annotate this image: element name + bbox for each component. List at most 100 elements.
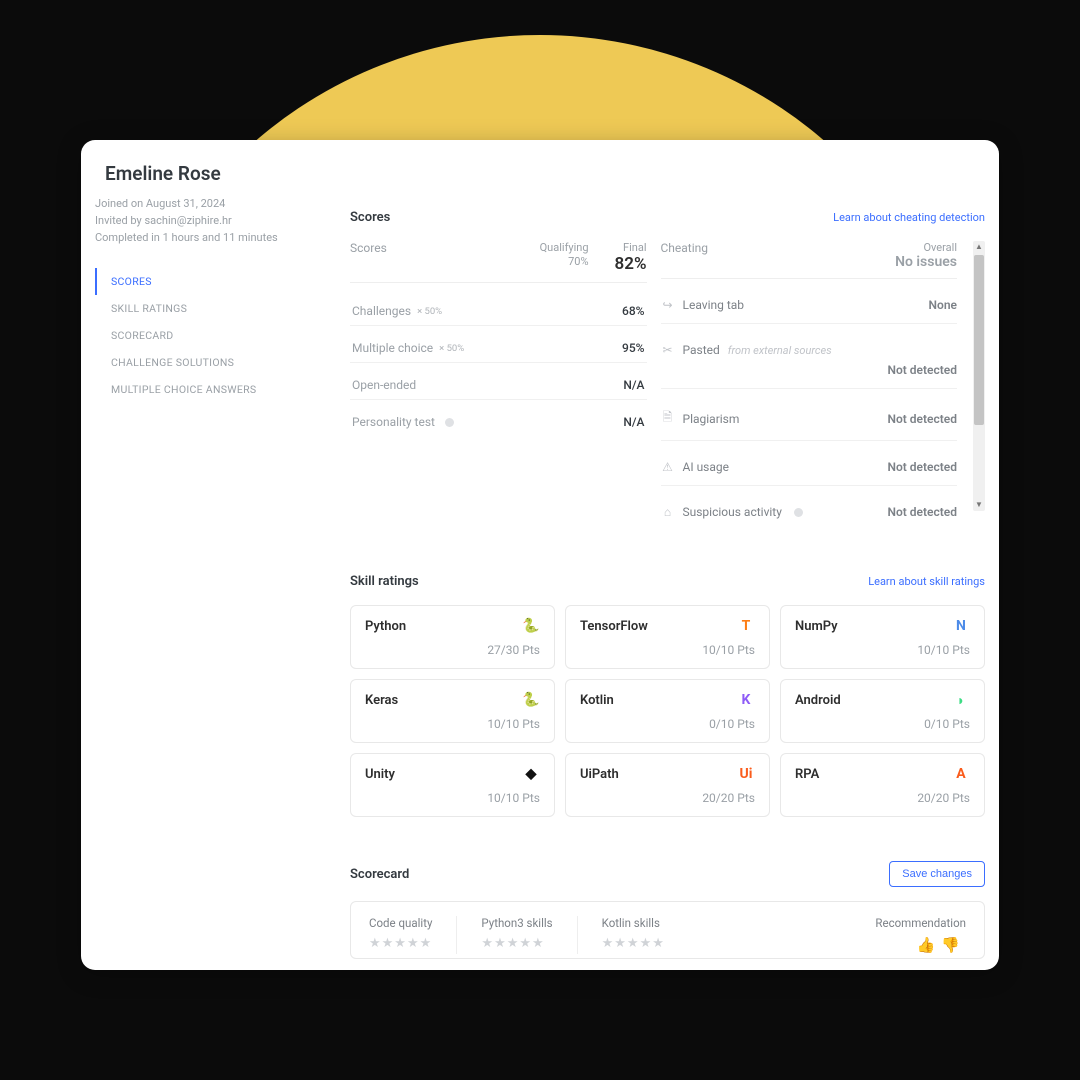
cheat-row-suspicious: ⌂ Suspicious activity Not detected (661, 494, 958, 530)
overall-value: No issues (895, 254, 957, 270)
ai-usage-icon: ⚠ (661, 460, 675, 474)
skill-logo-icon: K (737, 691, 755, 709)
score-row-personality: Personality test N/A (350, 408, 647, 436)
skill-logo-icon: T (737, 617, 755, 635)
skill-logo-icon: 🐍 (522, 691, 540, 709)
scores-head-label: Scores (350, 241, 387, 255)
learn-cheating-link[interactable]: Learn about cheating detection (833, 211, 985, 224)
scores-header: Scores Learn about cheating detection (350, 210, 985, 225)
skill-name: Kotlin (580, 693, 614, 708)
scroll-down-icon[interactable]: ▼ (975, 499, 983, 511)
star-rating[interactable]: ★★★★★ (369, 936, 432, 951)
skill-card[interactable]: TensorFlowT10/10 Pts (565, 605, 770, 669)
scroll-bar[interactable]: ▲ ▼ (973, 241, 985, 511)
candidate-name: Emeline Rose (95, 162, 346, 185)
skill-card[interactable]: Unity◆10/10 Pts (350, 753, 555, 817)
skill-name: TensorFlow (580, 619, 648, 634)
recommendation-label: Recommendation (875, 916, 966, 930)
cheat-label: AI usage (683, 460, 730, 474)
scores-column: Scores Qualifying 70% Final 82% (350, 241, 647, 530)
score-value: 68% (622, 304, 644, 318)
main-panel: Scores Learn about cheating detection Sc… (346, 140, 999, 970)
skill-card[interactable]: NumPyN10/10 Pts (780, 605, 985, 669)
final-value: 82% (615, 254, 647, 274)
cheat-value: Not detected (661, 363, 958, 377)
skill-logo-icon: Ui (737, 765, 755, 783)
scorecard-recommendation: Recommendation 👍👎 (875, 916, 966, 954)
sidebar: Emeline Rose Joined on August 31, 2024 I… (81, 140, 346, 970)
cheat-sublabel: from external sources (728, 344, 832, 357)
skill-name: Keras (365, 693, 398, 708)
skill-card[interactable]: Android◗0/10 Pts (780, 679, 985, 743)
scorecard-label: Code quality (369, 916, 432, 930)
skill-logo-icon: N (952, 617, 970, 635)
learn-skills-link[interactable]: Learn about skill ratings (868, 575, 985, 588)
thumbs-down-icon[interactable]: 👎 (941, 936, 966, 954)
qualifying-value: 70% (568, 255, 588, 269)
joined-meta: Joined on August 31, 2024 (95, 197, 346, 210)
scorecard-title: Scorecard (350, 867, 409, 882)
scorecard-box: Code quality ★★★★★ Python3 skills ★★★★★ … (350, 901, 985, 959)
completed-meta: Completed in 1 hours and 11 minutes (95, 231, 346, 244)
sidenav-item-mcq-answers[interactable]: MULTIPLE CHOICE ANSWERS (95, 376, 346, 403)
leaving-tab-icon: ↪ (661, 298, 675, 312)
report-card: Emeline Rose Joined on August 31, 2024 I… (81, 140, 999, 970)
sidenav-item-challenge-solns[interactable]: CHALLENGE SOLUTIONS (95, 349, 346, 376)
scores-head-row: Scores Qualifying 70% Final 82% (350, 241, 647, 283)
skill-points: 20/20 Pts (795, 791, 970, 805)
scores-grid: Scores Qualifying 70% Final 82% (350, 241, 985, 530)
skills-grid: Python🐍27/30 PtsTensorFlowT10/10 PtsNumP… (350, 605, 985, 817)
plagiarism-icon: 🗎 (661, 408, 675, 429)
suspicious-activity-icon: ⌂ (661, 505, 675, 519)
skill-name: RPA (795, 767, 819, 782)
scorecard-col: Python3 skills ★★★★★ (481, 916, 552, 951)
skill-card[interactable]: RPAA20/20 Pts (780, 753, 985, 817)
skill-name: Python (365, 619, 406, 634)
divider (456, 916, 457, 954)
cheat-label: Pasted (683, 343, 720, 357)
skill-points: 0/10 Pts (795, 717, 970, 731)
sidenav-item-skill-ratings[interactable]: SKILL RATINGS (95, 295, 346, 322)
divider (577, 916, 578, 954)
qualifying-col: Qualifying 70% (540, 241, 589, 269)
invited-meta: Invited by sachin@ziphire.hr (95, 214, 346, 227)
cheat-value: None (929, 298, 957, 312)
skill-card[interactable]: Keras🐍10/10 Pts (350, 679, 555, 743)
sidenav-item-scores[interactable]: SCORES (95, 268, 346, 295)
skill-name: Unity (365, 767, 395, 782)
score-value: 95% (622, 341, 644, 355)
sidenav-item-scorecard[interactable]: SCORECARD (95, 322, 346, 349)
info-icon[interactable] (794, 508, 803, 517)
score-label: Open-ended (352, 378, 416, 392)
cheat-label: Leaving tab (683, 298, 745, 312)
cheat-row-ai-usage: ⚠ AI usage Not detected (661, 449, 958, 486)
skill-card[interactable]: UiPathUi20/20 Pts (565, 753, 770, 817)
skill-points: 0/10 Pts (580, 717, 755, 731)
skill-card[interactable]: Python🐍27/30 Pts (350, 605, 555, 669)
skill-card[interactable]: Kotlin K 0/10 Pts (565, 679, 770, 743)
score-weight: × 50% (417, 306, 442, 317)
final-label: Final (623, 241, 647, 254)
scorecard-header: Scorecard Save changes (350, 861, 985, 887)
skills-title: Skill ratings (350, 574, 419, 589)
save-changes-button[interactable]: Save changes (889, 861, 985, 887)
scorecard-label: Kotlin skills (602, 916, 665, 930)
cheat-value: Not detected (888, 412, 958, 426)
score-value: N/A (623, 378, 644, 392)
info-icon[interactable] (445, 418, 454, 427)
skill-points: 27/30 Pts (365, 643, 540, 657)
skill-logo-icon: ◆ (522, 765, 540, 783)
skill-name: UiPath (580, 767, 619, 782)
skill-name: Android (795, 693, 841, 708)
star-rating[interactable]: ★★★★★ (481, 936, 552, 951)
cheat-row-leaving-tab: ↪ Leaving tab None (661, 287, 958, 324)
score-weight: × 50% (439, 343, 464, 354)
scorecard-col: Code quality ★★★★★ (369, 916, 432, 951)
pasted-icon: ✂ (661, 343, 675, 357)
star-rating[interactable]: ★★★★★ (602, 936, 665, 951)
cheat-value: Not detected (888, 505, 958, 519)
score-row-mcq: Multiple choice × 50% 95% (350, 334, 647, 363)
thumbs-up-icon[interactable]: 👍 (917, 936, 942, 954)
scroll-thumb[interactable] (974, 255, 984, 425)
scroll-up-icon[interactable]: ▲ (975, 241, 983, 253)
